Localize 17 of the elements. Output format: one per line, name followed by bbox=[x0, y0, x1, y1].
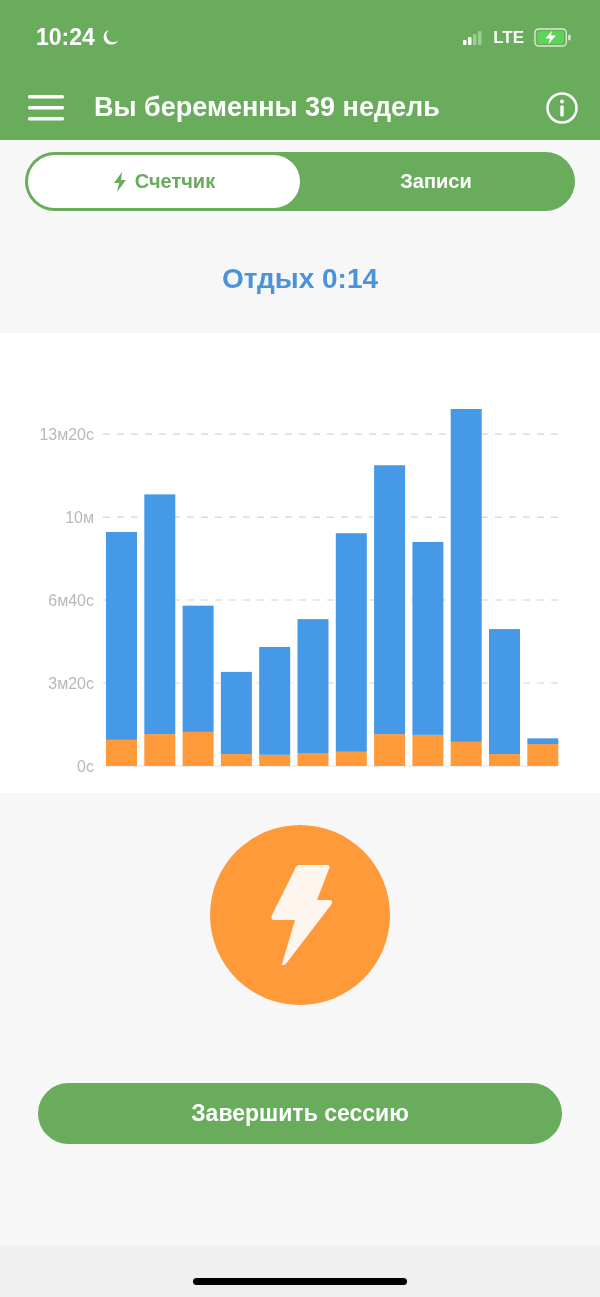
rest-timer: Отдых 0:14 bbox=[221, 263, 379, 295]
battery-charging-icon bbox=[534, 28, 572, 47]
signal-icon bbox=[463, 30, 484, 45]
network-label: LTE bbox=[493, 27, 524, 48]
page-title: Вы беременны 39 недель bbox=[94, 92, 441, 123]
menu-icon[interactable] bbox=[28, 94, 64, 121]
axis-label: 6м40с bbox=[48, 592, 94, 609]
tab[interactable]: Записи bbox=[300, 155, 572, 208]
axis-label: 3м20с bbox=[48, 675, 94, 692]
axis-label: 0с bbox=[77, 758, 94, 775]
status-time: 10:24 bbox=[36, 24, 95, 51]
axis-label: 13м20с bbox=[39, 426, 94, 444]
tab[interactable]: Счетчик bbox=[28, 155, 300, 208]
end-session-button[interactable]: Завершить сессию bbox=[38, 1083, 562, 1144]
axis-label: 10м bbox=[65, 509, 94, 527]
lightning-icon bbox=[112, 171, 127, 192]
info-icon[interactable] bbox=[546, 91, 578, 124]
